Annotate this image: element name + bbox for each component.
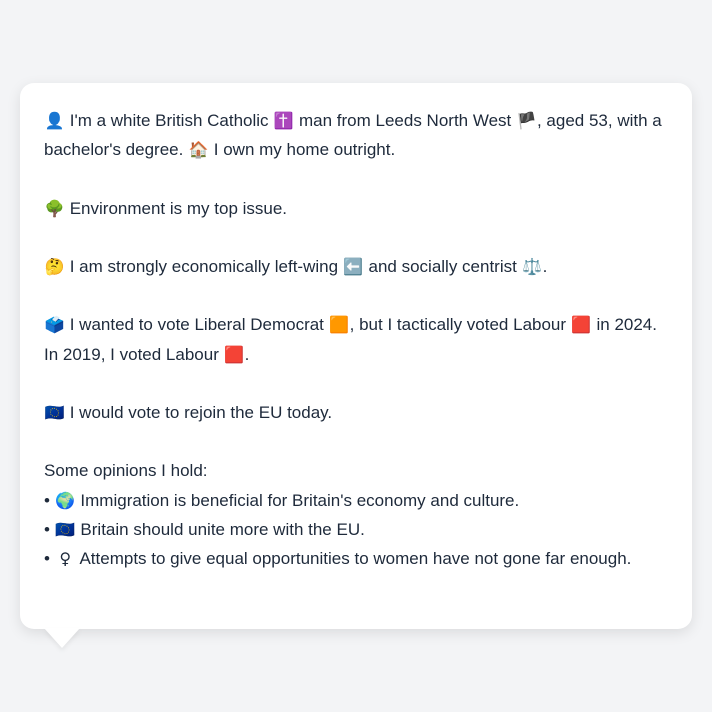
identity-paragraph: 👤 I'm a white British Catholic ✝️ man fr… bbox=[44, 106, 668, 164]
orange-square-icon: 🟧 bbox=[329, 315, 350, 335]
voting-text: . bbox=[244, 344, 250, 364]
ideology-text: . bbox=[542, 256, 548, 276]
speech-bubble-tail bbox=[44, 628, 80, 648]
identity-text: I own my home outright. bbox=[209, 140, 396, 160]
scales-icon: ⚖️ bbox=[522, 256, 543, 276]
ideology-text: I am strongly economically left-wing bbox=[65, 256, 343, 276]
eu-flag-icon: 🇪🇺 bbox=[55, 519, 76, 539]
voting-paragraph: 🗳️ I wanted to vote Liberal Democrat 🟧, … bbox=[44, 310, 668, 368]
left-arrow-icon: ⬅️ bbox=[343, 256, 364, 276]
opinion-item: • 🇪🇺 Britain should unite more with the … bbox=[44, 515, 668, 544]
bullet: • bbox=[44, 548, 50, 568]
opinions-section: Some opinions I hold: • 🌍 Immigration is… bbox=[44, 456, 668, 573]
identity-text: man from Leeds North West bbox=[294, 111, 516, 130]
ballot-box-icon: 🗳️ bbox=[44, 315, 65, 335]
opinion-text: Immigration is beneficial for Britain's … bbox=[75, 490, 520, 510]
england-flag-icon: 🏴 bbox=[516, 111, 537, 130]
ideology-text: and socially centrist bbox=[363, 256, 522, 276]
top-issue-paragraph: 🌳 Environment is my top issue. bbox=[44, 194, 668, 223]
eu-text: I would vote to rejoin the EU today. bbox=[65, 402, 333, 422]
voting-text: I wanted to vote Liberal Democrat bbox=[65, 315, 329, 335]
person-icon: 👤 bbox=[44, 111, 65, 130]
identity-text: I'm a white British Catholic bbox=[65, 111, 274, 130]
house-icon: 🏠 bbox=[188, 140, 209, 160]
opinion-text: Britain should unite more with the EU. bbox=[75, 519, 365, 539]
thinking-face-icon: 🤔 bbox=[44, 256, 65, 276]
ideology-paragraph: 🤔 I am strongly economically left-wing ⬅… bbox=[44, 252, 668, 281]
red-square-icon: 🟥 bbox=[224, 344, 245, 364]
eu-flag-icon: 🇪🇺 bbox=[44, 402, 65, 422]
globe-icon: 🌍 bbox=[55, 490, 76, 510]
persona-message-card: 👤 I'm a white British Catholic ✝️ man fr… bbox=[20, 83, 692, 629]
top-issue-text: Environment is my top issue. bbox=[65, 198, 288, 218]
opinion-text: Attempts to give equal opportunities to … bbox=[75, 548, 632, 568]
voting-text: , but I tactically voted Labour bbox=[349, 315, 571, 335]
female-sign-icon: ♀ bbox=[59, 548, 72, 568]
cross-icon: ✝️ bbox=[273, 111, 294, 130]
opinion-item: • ♀ Attempts to give equal opportunities… bbox=[44, 544, 668, 573]
opinions-heading: Some opinions I hold: bbox=[44, 461, 208, 481]
red-square-icon: 🟥 bbox=[571, 315, 592, 335]
bullet: • bbox=[44, 490, 50, 510]
opinion-item: • 🌍 Immigration is beneficial for Britai… bbox=[44, 486, 668, 515]
tree-icon: 🌳 bbox=[44, 198, 65, 218]
eu-paragraph: 🇪🇺 I would vote to rejoin the EU today. bbox=[44, 398, 668, 427]
bullet: • bbox=[44, 519, 50, 539]
